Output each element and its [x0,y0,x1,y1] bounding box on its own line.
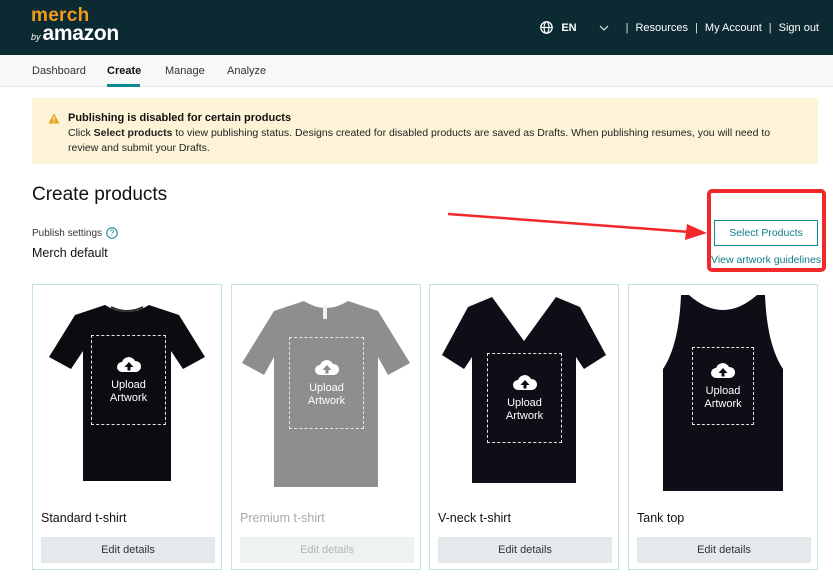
upload-artwork-area[interactable]: Upload Artwork [487,353,562,443]
svg-text:?: ? [110,229,115,238]
publish-settings-label: Publish settings ? [32,227,118,239]
upload-text-line2: Artwork [505,410,544,422]
publish-settings-text: Publish settings [32,227,103,239]
main-nav: Dashboard Create Manage Analyze [0,55,833,87]
alert-body: Click Select products to view publishing… [68,126,788,156]
upload-text-line2: Artwork [307,395,346,407]
top-header: merch by amazon EN | Resources | My Acco… [0,0,833,55]
product-name: Premium t-shirt [240,511,325,525]
product-card-premium-tshirt[interactable]: Upload Artwork Premium t-shirt Edit deta… [231,284,421,570]
separator: | [625,21,629,34]
select-products-button[interactable]: Select Products [714,220,818,246]
logo-by-text: by [31,32,41,42]
upload-text-line2: Artwork [704,398,742,410]
alert-body-prefix: Click [68,127,94,139]
warning-icon [48,113,60,124]
my-account-link[interactable]: My Account [705,22,762,34]
upload-text-line1: Upload [309,382,344,394]
product-name: Standard t-shirt [41,511,127,525]
upload-artwork-area[interactable]: Upload Artwork [692,347,754,425]
active-tab-indicator [107,84,140,87]
tab-create[interactable]: Create [107,65,141,77]
logo-amazon-text: amazon [42,22,120,45]
edit-details-button[interactable]: Edit details [438,537,612,563]
merch-by-amazon-logo[interactable]: merch by amazon [31,6,119,44]
page-title: Create products [32,184,168,205]
upload-cloud-icon [512,375,537,390]
separator: | [695,21,698,34]
help-icon[interactable]: ? [106,227,118,239]
sign-out-link[interactable]: Sign out [779,22,819,34]
tab-manage[interactable]: Manage [165,65,205,77]
header-links: EN | Resources | My Account | Sign out [540,0,819,55]
separator: | [768,21,772,34]
product-name: V-neck t-shirt [438,511,511,525]
upload-text-line1: Upload [507,397,542,409]
upload-cloud-icon [116,357,141,372]
resources-link[interactable]: Resources [635,22,688,34]
edit-details-button[interactable]: Edit details [41,537,215,563]
view-artwork-guidelines-link[interactable]: View artwork guidelines [711,254,821,266]
publish-settings-value: Merch default [32,246,108,260]
chevron-down-icon[interactable] [599,23,609,33]
product-name: Tank top [637,511,685,525]
alert-title: Publishing is disabled for certain produ… [68,112,292,124]
upload-cloud-icon [711,363,736,378]
select-products-inline-link: Select products [93,127,173,139]
annotation-arrow-icon [447,212,707,240]
tab-analyze[interactable]: Analyze [227,65,266,77]
upload-cloud-icon [314,360,339,375]
publishing-alert: Publishing is disabled for certain produ… [32,98,818,164]
tab-dashboard[interactable]: Dashboard [32,65,86,77]
product-card-standard-tshirt[interactable]: Upload Artwork Standard t-shirt Edit det… [32,284,222,570]
edit-details-button[interactable]: Edit details [637,537,811,563]
edit-details-button[interactable]: Edit details [240,537,414,563]
product-card-tank-top[interactable]: Upload Artwork Tank top Edit details [628,284,818,570]
upload-artwork-area[interactable]: Upload Artwork [91,335,166,425]
upload-text-line1: Upload [705,385,741,397]
upload-text-line2: Artwork [109,392,148,404]
alert-body-suffix: to view publishing status. Designs creat… [68,127,771,154]
product-card-vneck-tshirt[interactable]: Upload Artwork V-neck t-shirt Edit detai… [429,284,619,570]
upload-artwork-area[interactable]: Upload Artwork [289,337,364,429]
language-selector[interactable]: EN [561,22,576,34]
upload-text-line1: Upload [111,379,146,391]
globe-icon [540,21,554,34]
